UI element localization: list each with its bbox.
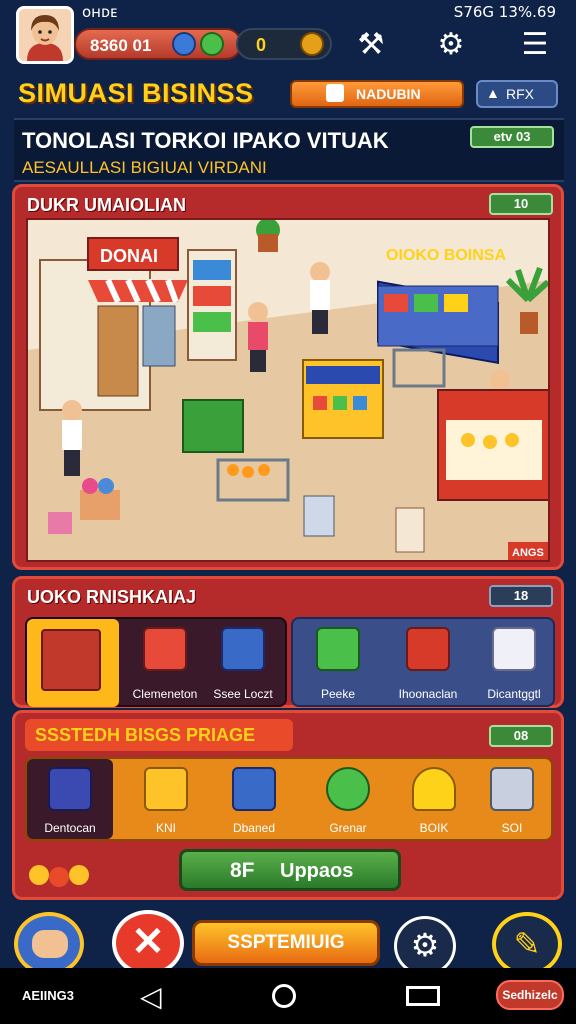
system-item-label: SOI: [501, 821, 523, 835]
gem-icon: [200, 32, 224, 56]
category-item-peeke[interactable]: Peeke: [297, 627, 379, 701]
category-left-box: Clemeneton Ssee Loczt: [25, 617, 287, 707]
nav-button-label: NADUBIN: [356, 86, 421, 102]
vending-machine-icon: [221, 627, 265, 671]
system-tag-label: 08: [513, 728, 529, 743]
store-panel-tag-label: 10: [513, 196, 529, 211]
coin-icon: [300, 32, 324, 56]
system-item-kni[interactable]: KNI: [125, 767, 207, 835]
page-title: SIMUASI BISINSS: [18, 78, 254, 108]
back-icon[interactable]: ◁: [140, 980, 162, 1013]
system-item-label: KNI: [155, 821, 176, 835]
system-item-boik[interactable]: BOIK: [393, 767, 475, 835]
document-icon: [326, 84, 344, 102]
headline-tag-label: etv 03: [493, 129, 531, 144]
nav-button[interactable]: NADUBIN: [290, 80, 464, 108]
terminal-icon: [490, 767, 534, 811]
rfx-icon: ▲: [486, 85, 500, 101]
system-item-dentocan[interactable]: Dentocan: [29, 767, 111, 835]
category-tag[interactable]: 18: [489, 585, 553, 607]
energy-counter: 0: [236, 28, 332, 60]
upgrade-button[interactable]: 8F Uppaos: [179, 849, 401, 891]
lamp-icon: [412, 767, 456, 811]
nav-left-label[interactable]: AEIING3: [22, 988, 74, 1003]
recents-icon[interactable]: [406, 986, 440, 1006]
category-item-clemeneton[interactable]: Clemeneton: [125, 627, 205, 701]
machine-icon: [144, 767, 188, 811]
system-panel: SSSTEDH BISGS PRIAGE 08 Dentocan KNI Dba…: [12, 710, 564, 900]
upgrade-prefix: 8F: [230, 859, 255, 882]
person-pin-icon[interactable]: ⚒: [352, 26, 390, 64]
gear-icon[interactable]: ⚙: [432, 26, 470, 64]
energy-value: 0: [256, 35, 267, 55]
category-item-ssee-loczt[interactable]: Ssee Loczt: [203, 627, 283, 701]
category-tag-label: 18: [513, 588, 529, 603]
shelf-icon: [316, 627, 360, 671]
system-item-label: Dentocan: [44, 821, 96, 835]
store-panel-tag[interactable]: 10: [489, 193, 553, 215]
close-icon[interactable]: ✕: [112, 910, 184, 976]
card-reader-icon: [48, 767, 92, 811]
category-item-ihoonaclan[interactable]: Ihoonaclan: [383, 627, 473, 701]
system-item-label: BOIK: [419, 821, 449, 835]
category-heading: UOKO RNISHKAIAJ: [27, 587, 197, 607]
cabinet-icon: [406, 627, 450, 671]
register-icon: [232, 767, 276, 811]
money-counter: 8360 01: [74, 28, 242, 60]
rfx-button-label: RFX: [506, 86, 534, 102]
category-item-label: Peeke: [320, 687, 356, 701]
headline-title: TONOLASI TORKOI IPAKO VITUAK: [22, 128, 389, 153]
badge-icon: [326, 767, 370, 811]
category-item-label: Clemeneton: [132, 687, 198, 701]
headline-subtitle: AESAULLASI BIGIUAI VIRDANI: [22, 158, 267, 177]
store-sign: OIOKO BOINSA: [386, 247, 506, 264]
category-panel: UOKO RNISHKAIAJ 18 Clemeneton Ssee Loczt…: [12, 576, 564, 708]
system-heading: SSSTEDH BISGS PRIAGE: [35, 725, 256, 745]
market-stall-icon: [41, 629, 101, 691]
headline-panel: TONOLASI TORKOI IPAKO VITUAK AESAULLASI …: [14, 118, 564, 182]
corner-badge: ANGS: [512, 547, 544, 559]
category-item-label: Ihoonaclan: [398, 687, 458, 701]
location-icon: [172, 32, 196, 56]
avatar[interactable]: [16, 6, 74, 64]
rfx-button[interactable]: ▲ RFX: [476, 80, 558, 108]
category-right-box: Peeke Ihoonaclan Dicantggtl: [291, 617, 555, 707]
category-selected[interactable]: [27, 619, 119, 707]
status-left: ᴏʜᴅᴇ: [82, 3, 118, 21]
system-item-label: Dbaned: [232, 821, 276, 835]
nav-right-button[interactable]: Sedhizelc: [496, 980, 564, 1010]
status-bar: ᴏʜᴅᴇ S76G 13%.69: [0, 0, 576, 24]
main-action-button[interactable]: SSPTEMIUIG: [192, 920, 380, 966]
money-value: 8360 01: [90, 36, 152, 55]
menu-icon[interactable]: ☰: [516, 26, 554, 64]
share-icon[interactable]: ✎: [492, 912, 562, 976]
main-action-label: SSPTEMIUIG: [227, 932, 345, 953]
shop-icon: [143, 627, 187, 671]
system-item-soi[interactable]: SOI: [471, 767, 553, 835]
upgrade-label: Uppaos: [280, 860, 354, 882]
system-items-box: Dentocan KNI Dbaned Grenar BOIK SOI: [25, 757, 553, 841]
system-heading-bar: SSSTEDH BISGS PRIAGE: [25, 719, 293, 751]
flower-decoration-icon: [27, 859, 91, 893]
system-item-grenar[interactable]: Grenar: [307, 767, 389, 835]
category-item-label: Dicantggtl: [487, 687, 541, 701]
box-icon: [492, 627, 536, 671]
home-icon[interactable]: [272, 984, 296, 1008]
category-item-dicantggtl[interactable]: Dicantggtl: [473, 627, 555, 701]
nav-right-label: Sedhizelc: [502, 988, 558, 1002]
store-scene[interactable]: DONAI OIOKO BOINSA ANGS: [26, 218, 550, 562]
shop-sign: DONAI: [100, 246, 158, 266]
hand-icon[interactable]: [14, 912, 84, 976]
system-item-label: Grenar: [329, 821, 367, 835]
status-right: S76G 13%.69: [453, 3, 556, 21]
system-item-dbaned[interactable]: Dbaned: [213, 767, 295, 835]
system-tag[interactable]: 08: [489, 725, 553, 747]
headline-tag[interactable]: etv 03: [470, 126, 554, 148]
settings-icon[interactable]: ⚙: [394, 916, 456, 976]
store-panel-heading: DUKR UMAIOLIAN: [27, 195, 186, 215]
category-item-label: Ssee Loczt: [213, 687, 273, 701]
system-nav-bar: AEIING3 ◁ Sedhizelc: [0, 968, 576, 1024]
